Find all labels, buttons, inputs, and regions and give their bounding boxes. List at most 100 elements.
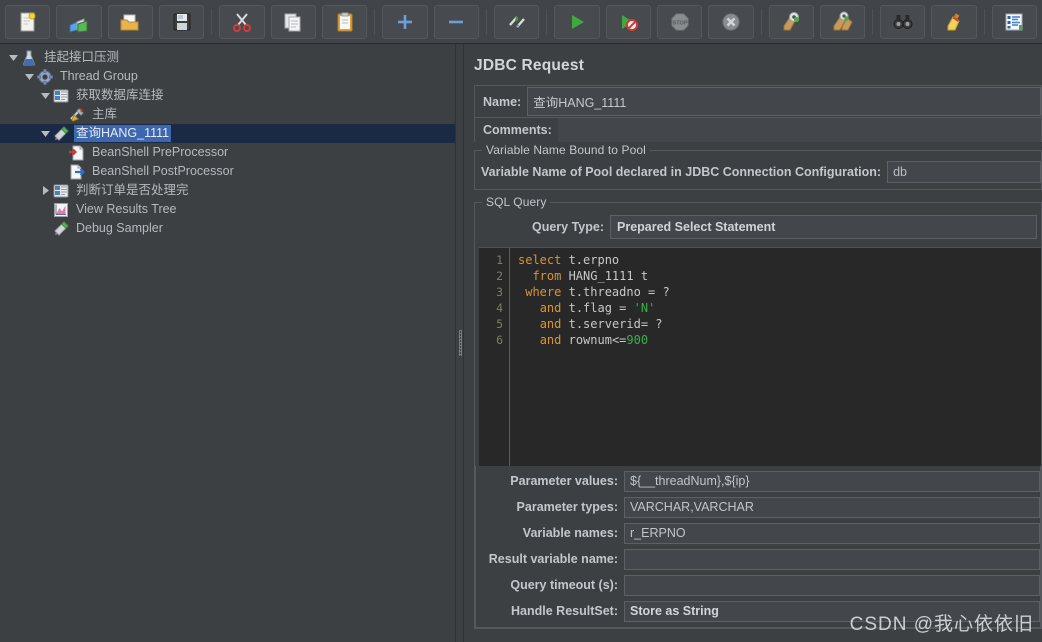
code-line[interactable]: and t.flag = 'N' — [518, 300, 1041, 316]
pool-row: Variable Name of Pool declared in JDBC C… — [475, 161, 1041, 183]
main-toolbar: STOP — [0, 0, 1042, 44]
cut-button[interactable] — [219, 4, 265, 39]
pool-label: Variable Name of Pool declared in JDBC C… — [481, 165, 882, 179]
tree-item[interactable]: Thread Group — [0, 67, 455, 86]
name-label: Name: — [483, 94, 522, 109]
query-type-row: Query Type: Prepared Select Statement — [479, 213, 1037, 247]
chevron-down-icon[interactable] — [22, 67, 36, 86]
test-plan-tree[interactable]: 挂起接口压测 Thread Group 获取数据库连接 主库 查询HANG_1111 Be… — [0, 44, 455, 642]
start-button[interactable] — [554, 4, 600, 39]
tree-item[interactable]: BeanShell PreProcessor — [0, 143, 455, 162]
line-number: 3 — [496, 285, 503, 299]
pool-input[interactable]: db — [887, 161, 1041, 183]
tree-item-label: 主库 — [92, 107, 118, 121]
reset-search-button[interactable] — [931, 4, 977, 39]
jdbc-config-icon — [52, 182, 70, 199]
tree-item[interactable]: 查询HANG_1111 — [0, 124, 455, 143]
parameter-values-row: Parameter values: ${__threadNum},${ip} — [476, 468, 1040, 494]
chevron-down-icon[interactable] — [38, 86, 52, 105]
parameter-types-input[interactable]: VARCHAR,VARCHAR — [624, 496, 1040, 518]
tree-item-label: 获取数据库连接 — [76, 88, 164, 102]
split-divider[interactable] — [455, 44, 464, 642]
chevron-down-icon[interactable] — [6, 48, 20, 67]
result-variable-name-input[interactable] — [624, 548, 1040, 570]
code-line[interactable]: and t.serverid= ? — [518, 316, 1041, 332]
parameter-types-label: Parameter types: — [516, 500, 618, 514]
toolbar-separator — [760, 8, 762, 35]
code-line[interactable]: and rownum<=900 — [518, 332, 1041, 348]
sql-query-groupbox: SQL Query Query Type: Prepared Select St… — [474, 195, 1042, 629]
sql-group-title: SQL Query — [482, 195, 551, 209]
variable-names-input[interactable]: r_ERPNO — [624, 522, 1040, 544]
variable-names-row: Variable names: r_ERPNO — [476, 520, 1040, 546]
code-token: 'N' — [633, 301, 656, 315]
code-token: and — [539, 301, 562, 315]
tree-item[interactable]: 判断订单是否处理完 — [0, 181, 455, 200]
beanshell-post-icon — [68, 163, 86, 180]
code-token: t.flag = — [561, 301, 634, 315]
chevron-down-icon[interactable] — [38, 124, 52, 143]
sql-editor-code[interactable]: select t.erpno from HANG_1111 t where t.… — [510, 248, 1041, 466]
tree-item[interactable]: View Results Tree — [0, 200, 455, 219]
chevron-right-icon[interactable] — [38, 181, 52, 200]
variable-names-label: Variable names: — [522, 526, 618, 540]
open-button[interactable] — [107, 4, 153, 39]
handle-resultset-row: Handle ResultSet: Store as String — [476, 598, 1040, 624]
toolbar-separator — [983, 8, 985, 35]
query-timeout-row: Query timeout (s): — [476, 572, 1040, 598]
line-number: 5 — [496, 317, 503, 331]
view-results-tree-icon — [52, 201, 70, 218]
line-number: 4 — [496, 301, 503, 315]
clear-button[interactable] — [768, 4, 814, 39]
comments-row: Comments: — [474, 117, 1042, 142]
code-token: HANG_1111 t — [561, 269, 649, 283]
search-button[interactable] — [880, 4, 926, 39]
debug-sampler-icon — [52, 220, 70, 237]
clear-all-button[interactable] — [819, 4, 866, 39]
code-line[interactable]: where t.threadno = ? — [518, 284, 1041, 300]
tree-item[interactable]: 获取数据库连接 — [0, 86, 455, 105]
main-split-pane: 挂起接口压测 Thread Group 获取数据库连接 主库 查询HANG_1111 Be… — [0, 44, 1042, 642]
tree-item[interactable]: 主库 — [0, 105, 455, 124]
toolbar-separator — [485, 8, 487, 35]
stop-button[interactable]: STOP — [656, 4, 703, 39]
test-plan-icon — [20, 49, 38, 66]
name-input[interactable]: 查询HANG_1111 — [527, 87, 1041, 116]
shutdown-button[interactable] — [708, 4, 754, 39]
line-number: 1 — [496, 253, 503, 267]
tree-item[interactable]: 挂起接口压测 — [0, 48, 455, 67]
handle-resultset-select[interactable]: Store as String — [624, 600, 1040, 622]
query-timeout-label: Query timeout (s): — [510, 578, 618, 592]
comments-input[interactable] — [557, 118, 1041, 142]
jdbc-request-panel: JDBC Request Name: 查询HANG_1111 Comments:… — [464, 44, 1042, 642]
save-button[interactable] — [158, 4, 205, 39]
query-type-select[interactable]: Prepared Select Statement — [610, 215, 1037, 239]
handle-resultset-label: Handle ResultSet: — [511, 604, 618, 618]
expand-all-button[interactable] — [382, 4, 428, 39]
tree-item-label: Debug Sampler — [76, 221, 163, 235]
collapse-all-button[interactable] — [433, 4, 479, 39]
code-line[interactable]: from HANG_1111 t — [518, 268, 1041, 284]
tree-item[interactable]: BeanShell PostProcessor — [0, 162, 455, 181]
sql-editor[interactable]: 1 2 3 4 5 6 select t.erpno from HANG_1111 t w… — [479, 247, 1041, 466]
function-helper-button[interactable] — [991, 4, 1038, 39]
toggle-button[interactable] — [493, 4, 540, 39]
code-line[interactable]: select t.erpno — [518, 252, 1041, 268]
new-button[interactable] — [5, 4, 51, 39]
copy-button[interactable] — [270, 4, 316, 39]
divider-grip[interactable] — [459, 330, 462, 356]
paste-button[interactable] — [321, 4, 368, 39]
start-no-pauses-button[interactable] — [605, 4, 651, 39]
code-token: t.erpno — [561, 253, 620, 267]
parameter-values-label: Parameter values: — [510, 474, 618, 488]
query-type-label: Query Type: — [531, 220, 604, 234]
tree-item-label: View Results Tree — [76, 202, 177, 216]
result-variable-name-row: Result variable name: — [476, 546, 1040, 572]
line-number: 6 — [496, 333, 503, 347]
parameter-values-input[interactable]: ${__threadNum},${ip} — [624, 470, 1040, 492]
tree-item[interactable]: Debug Sampler — [0, 219, 455, 238]
templates-button[interactable] — [56, 4, 102, 39]
query-timeout-input[interactable] — [624, 574, 1040, 596]
